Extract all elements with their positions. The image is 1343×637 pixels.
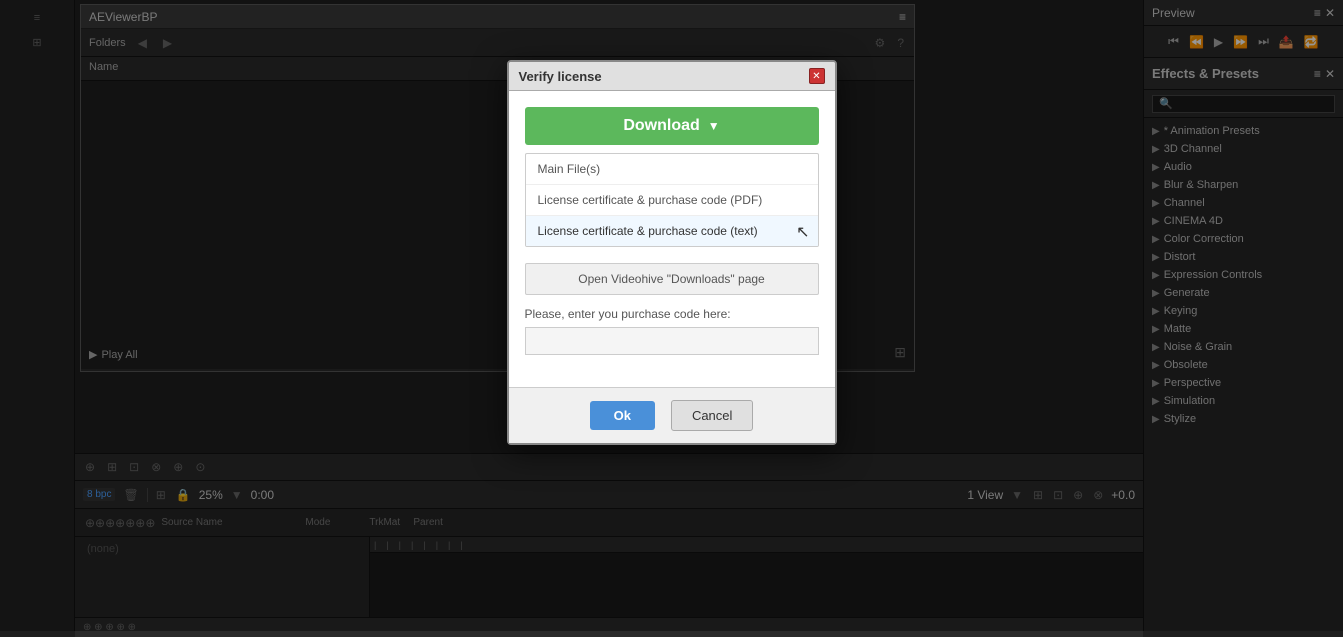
dropdown-item-main-files[interactable]: Main File(s) [526, 154, 818, 185]
dialog-close-button[interactable]: ✕ [809, 68, 825, 84]
verify-license-dialog: Verify license ✕ Download ▼ Main File(s) [507, 60, 837, 445]
download-dropdown-arrow: ▼ [708, 119, 720, 133]
download-label: Download [623, 117, 699, 135]
modal-overlay: Verify license ✕ Download ▼ Main File(s) [0, 0, 1343, 631]
cancel-button[interactable]: Cancel [671, 400, 753, 431]
cursor-indicator: ↖ [796, 222, 809, 242]
dropdown-item-label: License certificate & purchase code (tex… [538, 224, 758, 238]
open-videohive-label: Open Videohive "Downloads" page [578, 272, 764, 286]
download-dropdown: Main File(s) License certificate & purch… [525, 153, 819, 247]
dropdown-item-license-text[interactable]: License certificate & purchase code (tex… [526, 216, 818, 246]
dialog-footer: Ok Cancel [509, 387, 835, 443]
download-button[interactable]: Download ▼ [525, 107, 819, 145]
dropdown-item-label: License certificate & purchase code (PDF… [538, 193, 763, 207]
dropdown-item-label: Main File(s) [538, 162, 601, 176]
ok-button[interactable]: Ok [590, 401, 655, 430]
ok-label: Ok [614, 408, 631, 423]
dialog-body: Download ▼ Main File(s) License certific… [509, 91, 835, 387]
cancel-label: Cancel [692, 408, 732, 423]
dialog-titlebar: Verify license ✕ [509, 62, 835, 91]
app-container: ≡ ⊞ AEViewerBP ≡ Folders ◀ ▶ ⚙ ? Name ▶ … [0, 0, 1343, 631]
open-videohive-button[interactable]: Open Videohive "Downloads" page [525, 263, 819, 295]
close-icon: ✕ [812, 71, 820, 82]
dropdown-item-license-pdf[interactable]: License certificate & purchase code (PDF… [526, 185, 818, 216]
dialog-title: Verify license [519, 69, 602, 84]
purchase-code-input[interactable] [525, 327, 819, 355]
purchase-code-label: Please, enter you purchase code here: [525, 307, 819, 321]
